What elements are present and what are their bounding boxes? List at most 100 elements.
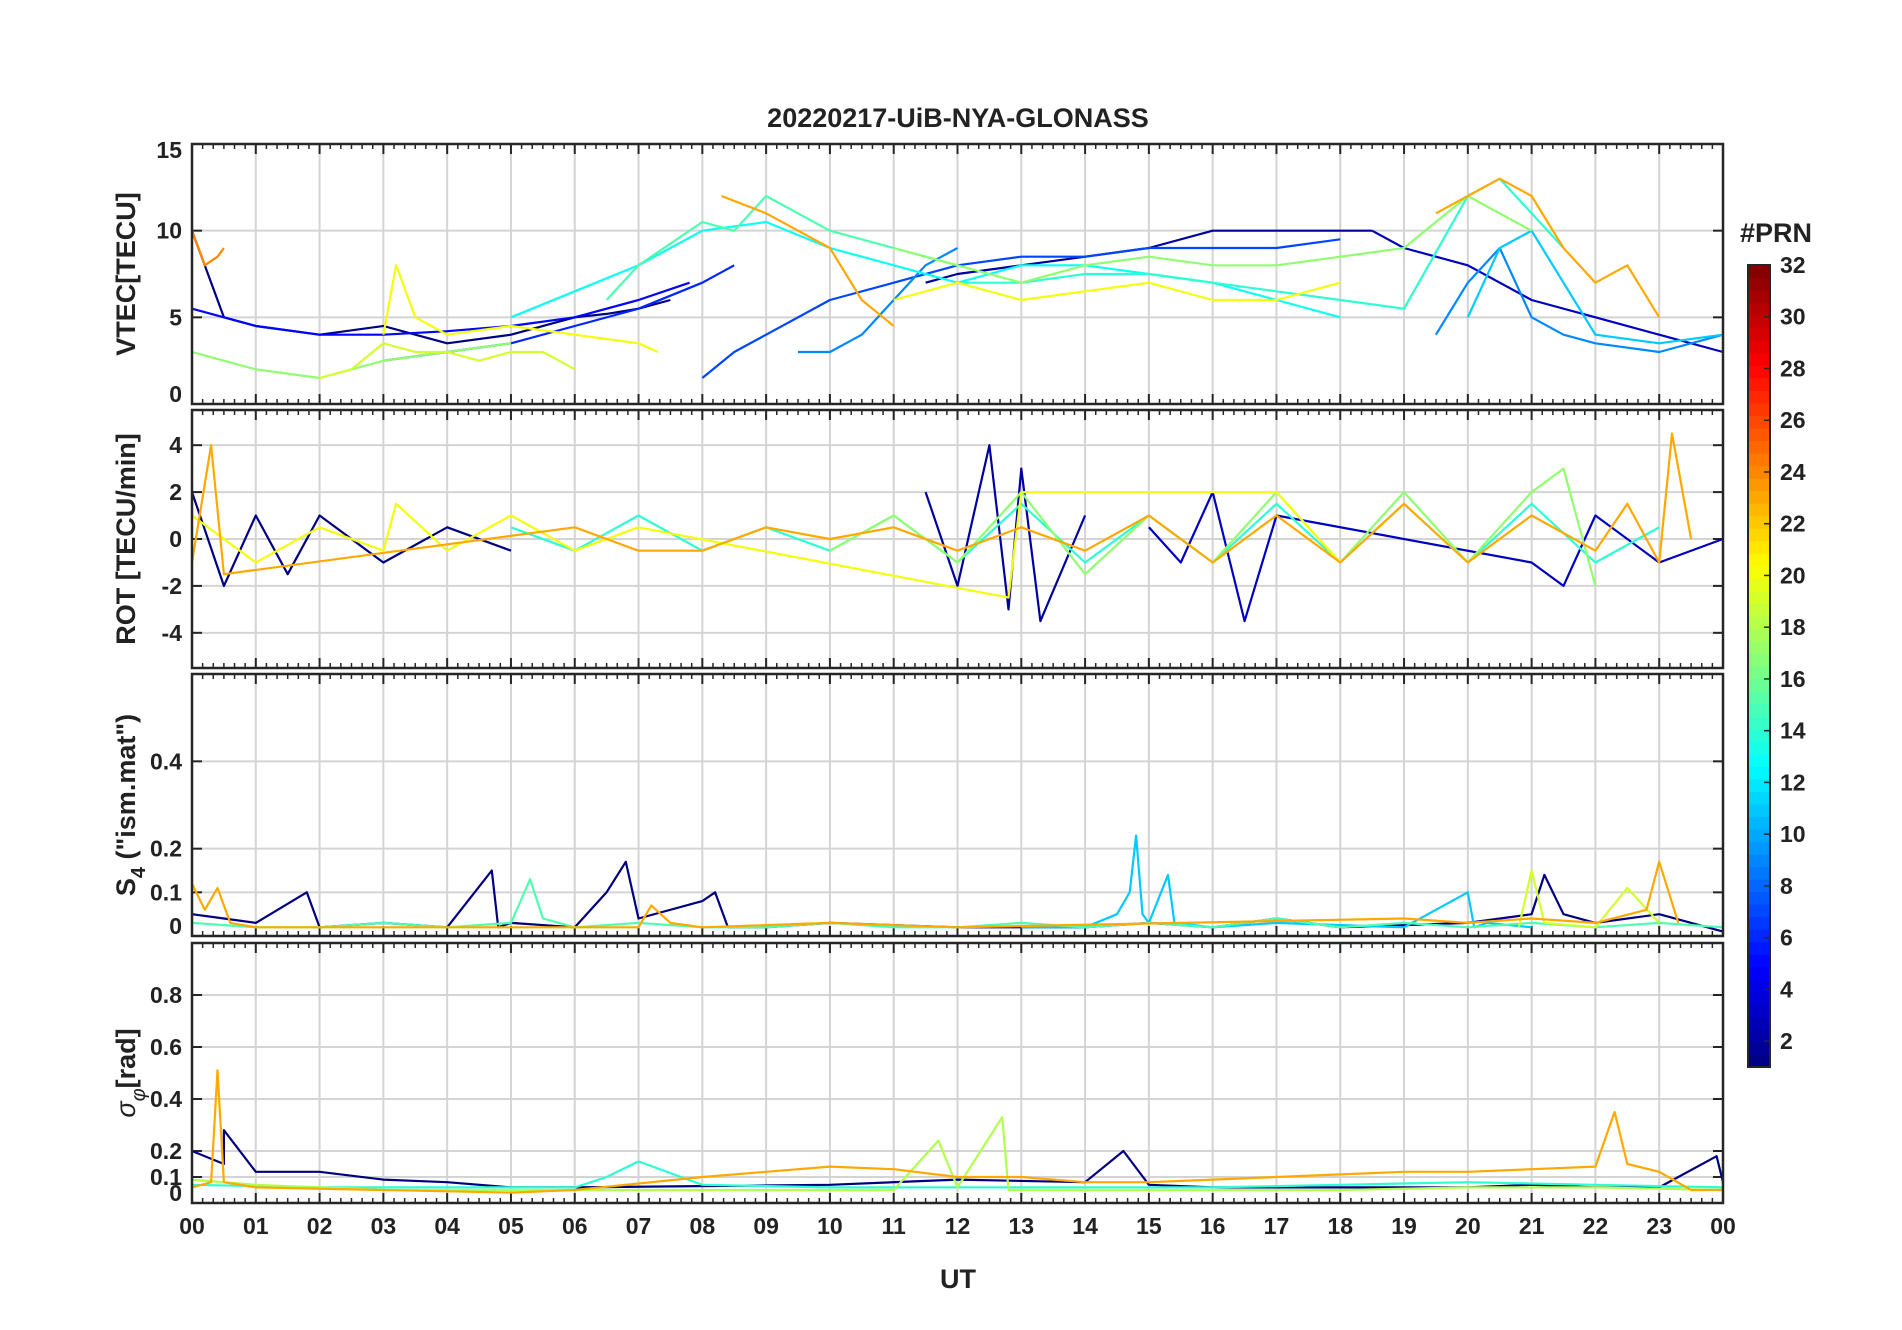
colorbar-swatch xyxy=(1748,540,1770,554)
y-tick-label: 2 xyxy=(169,479,182,505)
y-tick-label: 10 xyxy=(156,218,182,244)
x-tick-label: 04 xyxy=(434,1213,460,1239)
colorbar-swatch xyxy=(1748,904,1770,918)
x-tick-label: 01 xyxy=(243,1213,269,1239)
colorbar-swatch xyxy=(1748,565,1770,579)
colorbar-swatch xyxy=(1748,753,1770,767)
y-tick-label: 0.1 xyxy=(150,879,182,905)
panel-4: 00.10.20.40.60.8σφ[rad] xyxy=(111,941,1725,1206)
x-tick-label: 09 xyxy=(753,1213,779,1239)
panels: 051015VTEC[TECU]-4-2024ROT [TECU/min]00.… xyxy=(111,137,1736,1239)
x-tick-label: 00 xyxy=(179,1213,205,1239)
colorbar-swatch xyxy=(1748,377,1770,391)
x-tick-label: 07 xyxy=(626,1213,652,1239)
y-axis-label-suffix: ("ism.mat") xyxy=(111,714,141,867)
colorbar-swatch xyxy=(1748,390,1770,404)
colorbar-swatch xyxy=(1748,415,1770,429)
colorbar-tick-label: 30 xyxy=(1780,304,1806,330)
colorbar-swatch xyxy=(1748,1004,1770,1018)
colorbar-swatch xyxy=(1748,628,1770,642)
colorbar-swatch xyxy=(1748,841,1770,855)
x-tick-label: 17 xyxy=(1264,1213,1290,1239)
chart-title: 20220217-UiB-NYA-GLONASS xyxy=(767,103,1149,133)
panel-3: 0 0.1 0.2 0.4S4 ("ism.mat") xyxy=(111,672,1725,939)
colorbar-swatch xyxy=(1748,791,1770,805)
colorbar-swatch xyxy=(1748,979,1770,993)
colorbar-swatch xyxy=(1748,402,1770,416)
colorbar-swatch xyxy=(1748,653,1770,667)
colorbar-swatch xyxy=(1748,490,1770,504)
y-tick-label: 0 xyxy=(169,526,182,552)
y-axis-label: S4 ("ism.mat") xyxy=(111,714,150,896)
x-axis-label: UT xyxy=(940,1264,976,1294)
x-tick-label: 18 xyxy=(1327,1213,1353,1239)
colorbar-swatch xyxy=(1748,352,1770,366)
colorbar-swatch xyxy=(1748,515,1770,529)
y-tick-label: 0.1 xyxy=(150,1164,182,1190)
y-tick-label: 0 xyxy=(169,381,182,407)
colorbar-swatch xyxy=(1748,816,1770,830)
colorbar-tick-label: 14 xyxy=(1780,718,1806,744)
x-tick-label: 22 xyxy=(1583,1213,1609,1239)
colorbar-tick-label: 20 xyxy=(1780,562,1806,588)
colorbar-swatch xyxy=(1748,916,1770,930)
x-tick-label: 06 xyxy=(562,1213,588,1239)
y-tick-label: 0.2 xyxy=(150,1138,182,1164)
colorbar-swatch xyxy=(1748,891,1770,905)
y-tick-label: 5 xyxy=(169,304,182,330)
colorbar-tick-label: 10 xyxy=(1780,821,1806,847)
colorbar-tick-label: 32 xyxy=(1780,252,1806,278)
y-tick-label: 0.4 xyxy=(150,748,182,774)
colorbar-swatch xyxy=(1748,603,1770,617)
y-tick-label: -4 xyxy=(162,620,183,646)
colorbar-swatch xyxy=(1748,1054,1770,1068)
y-tick-label: -2 xyxy=(162,573,182,599)
colorbar-swatch xyxy=(1748,478,1770,492)
colorbar-swatch xyxy=(1748,578,1770,592)
y-tick-label: 0.8 xyxy=(150,982,182,1008)
colorbar-tick-label: 8 xyxy=(1780,873,1793,899)
x-tick-label: 20 xyxy=(1455,1213,1481,1239)
colorbar-swatch xyxy=(1748,528,1770,542)
x-tick-label: 19 xyxy=(1391,1213,1417,1239)
colorbar-swatch xyxy=(1748,302,1770,316)
y-tick-label: 0.4 xyxy=(150,1086,182,1112)
y-axis-label-main: σ xyxy=(111,1100,141,1118)
colorbar-swatch xyxy=(1748,866,1770,880)
colorbar-swatch xyxy=(1748,991,1770,1005)
y-tick-label: 0 xyxy=(169,913,182,939)
x-tick-label: 12 xyxy=(945,1213,971,1239)
y-axis-label-subscript: φ xyxy=(128,1088,150,1101)
colorbar-swatch xyxy=(1748,640,1770,655)
colorbar-swatch xyxy=(1748,666,1770,680)
colorbar-swatch xyxy=(1748,277,1770,291)
x-tick-label: 10 xyxy=(817,1213,843,1239)
colorbar-tick-label: 24 xyxy=(1780,459,1806,485)
colorbar-swatch xyxy=(1748,741,1770,755)
y-axis-label: σφ[rad] xyxy=(111,1028,150,1117)
colorbar-tick-label: 26 xyxy=(1780,407,1806,433)
colorbar-swatch xyxy=(1748,340,1770,354)
y-tick-label: 0.6 xyxy=(150,1034,182,1060)
colorbar-title: #PRN xyxy=(1740,218,1812,248)
colorbar-swatch xyxy=(1748,440,1770,454)
panel-2: -4 -2 0 2 4 ROT [TECU/min] xyxy=(111,408,1725,670)
y-axis-label-main: S xyxy=(111,878,141,896)
colorbar-swatch xyxy=(1748,427,1770,442)
colorbar-tick-label: 22 xyxy=(1780,511,1806,537)
colorbar-swatch xyxy=(1748,1016,1770,1031)
x-tick-label: 13 xyxy=(1008,1213,1034,1239)
panel-1: 0 5 10 15 VTEC[TECU] xyxy=(111,137,1725,407)
colorbar-tick-label: 18 xyxy=(1780,614,1806,640)
colorbar-tick-label: 6 xyxy=(1780,925,1793,951)
colorbar-swatch xyxy=(1748,452,1770,467)
colorbar-tick-label: 4 xyxy=(1780,976,1793,1002)
colorbar-swatch xyxy=(1748,590,1770,604)
colorbar-swatch xyxy=(1748,929,1770,943)
x-tick-label: 08 xyxy=(690,1213,716,1239)
y-axis-label-suffix: [rad] xyxy=(111,1028,141,1088)
colorbar-swatch xyxy=(1748,803,1770,817)
y-axis-label: ROT [TECU/min] xyxy=(111,433,141,644)
x-tick-label: 05 xyxy=(498,1213,524,1239)
x-tick-label: 23 xyxy=(1646,1213,1672,1239)
